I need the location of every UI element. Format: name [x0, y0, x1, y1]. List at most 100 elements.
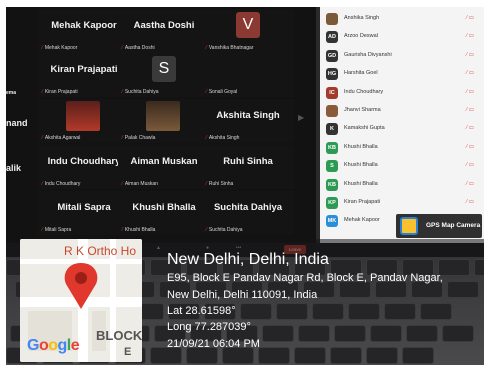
- photo-frame: Mehak Kapoor ⁄ Mehak Kapoor Aastha Doshi ⁄ Aa…: [6, 7, 484, 365]
- latitude: Lat 28.61598°: [167, 305, 236, 317]
- tile-name-label: ⁄ Indu Choudhary: [42, 181, 80, 187]
- mic-video-muted-icon: ⁄ ▭: [466, 199, 474, 205]
- avatar-letter: S: [152, 56, 176, 82]
- mic-video-muted-icon: ⁄ ▭: [466, 51, 474, 58]
- participant-avatar: GD: [326, 49, 338, 62]
- tile-name-text: Mitali Sapra: [44, 227, 72, 233]
- video-tile[interactable]: Aastha Doshi ⁄ Aastha Doshi: [118, 9, 210, 53]
- participant-row[interactable]: KB Khushi Bhalla ⁄ ▭: [320, 177, 484, 193]
- video-tile[interactable]: Kiran Prajapati ⁄ Kiran Prajapati: [38, 53, 130, 97]
- tile-display-name: Ruhi Sinha: [223, 156, 273, 167]
- tile-display-name: Mehak Kapoor: [51, 20, 117, 31]
- gps-camera-badge: GPS Map Camera: [396, 214, 482, 238]
- participant-name: Kiran Prajapati: [344, 199, 381, 205]
- participant-name: Khushi Bhalla: [344, 162, 378, 169]
- participant-row[interactable]: S Khushi Bhalla ⁄ ▭: [320, 158, 484, 174]
- tile-display-name: Indu Choudhary: [47, 156, 121, 167]
- video-tile[interactable]: Mitali Sapra ⁄ Mitali Sapra: [38, 191, 130, 235]
- tile-name-label: ⁄ Vanshika Bhatnagar: [206, 45, 254, 51]
- participant-name: Mehak Kapoor: [344, 217, 380, 224]
- mic-video-muted-icon: ⁄ ▭: [466, 125, 474, 132]
- video-tile[interactable]: Ruhi Sinha ⁄ Ruhi Sinha: [202, 145, 294, 189]
- tile-name-text: Akshita Singh: [208, 135, 240, 141]
- mic-video-muted-icon: ⁄ ▭: [466, 107, 474, 113]
- avatar-letter: V: [236, 12, 260, 38]
- gps-camera-label: GPS Map Camera: [426, 222, 481, 229]
- gps-camera-logo-icon: [400, 217, 418, 235]
- video-gallery: Mehak Kapoor ⁄ Mehak Kapoor Aastha Doshi ⁄ Aa…: [6, 7, 316, 245]
- cropped-tile-name: alik: [6, 163, 22, 173]
- mic-video-muted-icon: ⁄ ▭: [466, 70, 474, 77]
- tile-name-label: ⁄ Mehak Kapoor: [42, 45, 77, 51]
- mic-muted-icon: ⁄: [42, 227, 43, 233]
- mic-muted-icon: ⁄: [42, 89, 43, 95]
- video-tile[interactable]: ⁄ Akshita Agarwal: [38, 99, 130, 143]
- video-tile[interactable]: S ⁄ Suchita Dahiya: [118, 53, 210, 97]
- video-tile[interactable]: V ⁄ Vanshika Bhatnagar: [202, 9, 294, 53]
- mic-muted-icon: ⁄: [122, 135, 123, 141]
- participant-avatar: KB: [326, 141, 338, 154]
- tile-name-text: Mehak Kapoor: [44, 45, 78, 51]
- mic-muted-icon: ⁄: [122, 227, 123, 233]
- tile-name-text: Aiman Muskan: [124, 181, 158, 187]
- participant-row[interactable]: Anshika Singh ⁄ ▭: [320, 11, 484, 27]
- tile-name-label: ⁄ Suchita Dahiya: [206, 227, 242, 233]
- next-page-arrow-icon[interactable]: ▶: [298, 113, 304, 122]
- participant-video: [66, 101, 100, 131]
- participant-avatar: KP: [326, 197, 338, 209]
- participant-name: Khushi Bhalla: [344, 143, 378, 150]
- video-tile[interactable]: Aiman Muskan ⁄ Aiman Muskan: [118, 145, 210, 189]
- tile-name-text: Palak Chawla: [124, 135, 156, 141]
- tile-name-text: Sonali Goyal: [208, 89, 238, 95]
- tile-name-label: ⁄ Akshita Agarwal: [42, 135, 80, 141]
- participant-avatar: MK: [326, 215, 338, 228]
- participant-row[interactable]: GD Gaurisha Divyanshi ⁄ ▭: [320, 48, 484, 64]
- video-tile[interactable]: Suchita Dahiya ⁄ Suchita Dahiya: [202, 191, 294, 235]
- video-tile[interactable]: Khushi Bhalla ⁄ Khushi Bhalla: [118, 191, 210, 235]
- participant-avatar: S: [326, 160, 338, 173]
- participant-row[interactable]: K Kamakshi Gupta ⁄ ▭: [320, 121, 484, 137]
- tile-name-label: ⁄ Kiran Prajapati: [42, 89, 78, 95]
- video-tile[interactable]: Akshita Singh ⁄ Akshita Singh: [202, 99, 294, 143]
- participant-row[interactable]: Jhanvi Sharma ⁄ ▭: [320, 103, 484, 119]
- tile-display-name: Suchita Dahiya: [213, 202, 283, 213]
- mic-muted-icon: ⁄: [122, 89, 123, 95]
- mic-video-muted-icon: ⁄ ▭: [466, 33, 474, 40]
- tile-name-label: ⁄ Aastha Doshi: [122, 45, 155, 51]
- video-tile[interactable]: Indu Choudhary ⁄ Indu Choudhary: [38, 145, 130, 189]
- video-tile[interactable]: Mehak Kapoor ⁄ Mehak Kapoor: [38, 9, 130, 53]
- tile-name-label: ⁄ Suchita Dahiya: [122, 89, 158, 95]
- participant-row[interactable]: IC Indu Choudhary ⁄ ▭: [320, 85, 484, 101]
- tile-display-name: Mitali Sapra: [57, 202, 111, 213]
- participant-avatar: [326, 105, 338, 117]
- mic-muted-icon: ⁄: [206, 135, 207, 141]
- tile-name-label: ⁄ Mitali Sapra: [42, 227, 71, 233]
- participant-avatar: IC: [326, 86, 338, 99]
- map-place-label: R K Ortho Ho: [64, 244, 137, 258]
- tile-display-name: Aiman Muskan: [130, 156, 198, 167]
- participant-avatar: [326, 13, 338, 25]
- participant-row[interactable]: HG Harshita Goel ⁄ ▭: [320, 66, 484, 82]
- map-thumbnail: R K Ortho Ho BLOCK E E Google: [20, 239, 142, 362]
- tile-name-text: Aastha Doshi: [124, 45, 155, 51]
- mic-muted-icon: ⁄: [206, 181, 207, 187]
- video-tile[interactable]: ⁄ Palak Chawla: [118, 99, 210, 143]
- address-line-1: E95, Block E Pandav Nagar Rd, Block E, P…: [167, 272, 443, 284]
- tile-name-text: Ruhi Sinha: [208, 181, 234, 187]
- tile-name-text: Akshita Agarwal: [44, 135, 81, 141]
- mic-muted-icon: ⁄: [122, 181, 123, 187]
- tile-name-label: ⁄ Sonali Goyal: [206, 89, 237, 95]
- video-tile[interactable]: ⁄ Sonali Goyal: [202, 53, 294, 97]
- participant-row[interactable]: AD Arzoo Deswal ⁄ ▭: [320, 29, 484, 45]
- participant-avatar: AD: [326, 31, 338, 44]
- tile-name-text: Indu Choudhary: [44, 181, 81, 187]
- cropped-tile-name: nand: [6, 118, 28, 128]
- address-line-2: New Delhi, Delhi 110091, India: [167, 289, 318, 301]
- tile-name-text: Khushi Bhalla: [124, 227, 156, 233]
- participant-row[interactable]: KP Kiran Prajapati ⁄ ▭: [320, 195, 484, 211]
- participant-row[interactable]: KB Khushi Bhalla ⁄ ▭: [320, 140, 484, 156]
- google-logo: Google: [27, 337, 80, 354]
- tile-display-name: Khushi Bhalla: [132, 202, 196, 213]
- mic-video-muted-icon: ⁄ ▭: [466, 180, 474, 187]
- tile-display-name: Aastha Doshi: [133, 20, 195, 31]
